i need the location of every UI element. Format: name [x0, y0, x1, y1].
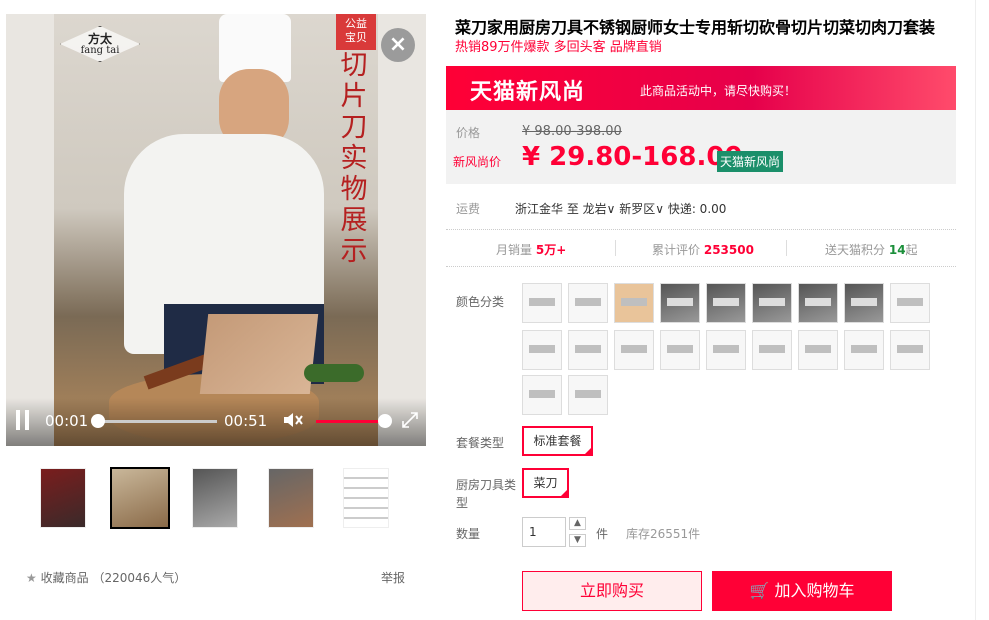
color-swatch-16[interactable] — [798, 330, 838, 370]
quantity-unit: 件 — [596, 527, 609, 541]
stat-separator — [615, 240, 616, 256]
volume-icon[interactable] — [282, 410, 304, 430]
shipping-info[interactable]: 浙江金华 至 龙岩∨ 新罗区∨ 快递: 0.00 — [515, 200, 726, 217]
color-swatch-19[interactable] — [522, 375, 562, 415]
page-edge — [975, 0, 976, 620]
cleaver-blade — [199, 314, 319, 394]
stock-count: 库存26551件 — [626, 527, 701, 541]
favorite-link[interactable]: ★ 收藏商品 （220046人气） — [26, 569, 186, 586]
stat-separator — [786, 240, 787, 256]
color-swatch-4[interactable] — [660, 283, 700, 323]
thumbnail-4[interactable] — [268, 468, 314, 528]
video-frame — [54, 14, 378, 446]
color-swatch-5[interactable] — [706, 283, 746, 323]
report-link[interactable]: 举报 — [381, 569, 405, 586]
divider — [446, 266, 956, 267]
package-type-label: 套餐类型 — [456, 436, 505, 450]
popularity-count: （220046人气） — [92, 571, 187, 585]
review-count-value: 253500 — [703, 243, 754, 257]
review-count-label: 累计评价 — [652, 243, 701, 257]
video-overlay-text: 切片刀实物展示 — [340, 50, 368, 267]
color-swatch-9[interactable] — [890, 283, 930, 323]
add-to-cart-button[interactable]: 🛒 加入购物车 — [712, 571, 892, 611]
current-time: 00:01 — [45, 412, 89, 430]
shipping-label: 运费 — [456, 202, 481, 216]
color-swatch-7[interactable] — [798, 283, 838, 323]
total-time: 00:51 — [224, 412, 268, 430]
promo-badge: 天猫新风尚 — [717, 151, 784, 172]
buy-now-button[interactable]: 立即购买 — [522, 571, 702, 611]
color-swatch-1[interactable] — [522, 283, 562, 323]
color-swatch-8[interactable] — [844, 283, 884, 323]
thumbnail-3[interactable] — [192, 468, 238, 528]
points-suffix: 起 — [905, 243, 918, 257]
color-swatch-15[interactable] — [752, 330, 792, 370]
original-price-label: 价格 — [456, 126, 481, 140]
promo-price: ¥ 29.80-168.00 — [522, 142, 743, 172]
original-price: ¥ 98.00-398.00 — [522, 124, 622, 139]
knife-type-label: 厨房刀具类型 — [456, 478, 517, 510]
product-subtitle: 热销89万件爆款 多回头客 品牌直销 — [455, 40, 662, 55]
color-swatch-3[interactable] — [614, 283, 654, 323]
volume-slider[interactable] — [316, 420, 386, 423]
cart-icon: 🛒 — [749, 581, 770, 600]
divider — [446, 229, 956, 230]
review-count[interactable]: 累计评价 253500 — [652, 241, 754, 258]
charity-badge: 公益 宝贝 — [336, 14, 376, 50]
promo-price-label: 新风尚价 — [453, 155, 502, 169]
monthly-sales: 月销量 5万+ — [496, 241, 566, 258]
promo-banner-title: 天猫新风尚 — [470, 80, 586, 105]
points-value: 14 — [888, 243, 906, 257]
video-progress-bar[interactable] — [97, 420, 217, 423]
color-swatch-12[interactable] — [614, 330, 654, 370]
color-swatch-18[interactable] — [890, 330, 930, 370]
quantity-increase-icon[interactable]: ▲ — [569, 517, 586, 530]
thumbnail-1[interactable] — [40, 468, 86, 528]
volume-handle[interactable] — [378, 414, 392, 428]
color-swatch-20[interactable] — [568, 375, 608, 415]
monthly-sales-value: 5万+ — [535, 243, 567, 257]
color-swatch-10[interactable] — [522, 330, 562, 370]
color-swatch-14[interactable] — [706, 330, 746, 370]
color-option-label: 颜色分类 — [456, 295, 505, 309]
star-icon: ★ — [26, 571, 37, 585]
color-swatch-17[interactable] — [844, 330, 884, 370]
thumbnail-5[interactable] — [343, 468, 389, 528]
thumbnail-2[interactable] — [110, 467, 170, 529]
quantity-decrease-icon[interactable]: ▼ — [569, 534, 586, 547]
progress-handle[interactable] — [91, 414, 105, 428]
tmall-points: 送天猫积分 14起 — [825, 241, 918, 258]
points-label: 送天猫积分 — [825, 243, 886, 257]
knife-type-option-cleaver[interactable]: 菜刀 — [522, 468, 569, 498]
product-title: 菜刀家用厨房刀具不锈钢厨师女士专用斩切砍骨切片切菜切肉刀套装 — [455, 18, 936, 37]
pause-icon[interactable] — [16, 410, 30, 430]
favorite-label: 收藏商品 — [40, 571, 89, 585]
fullscreen-icon[interactable] — [400, 410, 420, 430]
color-swatch-6[interactable] — [752, 283, 792, 323]
color-swatch-2[interactable] — [568, 283, 608, 323]
color-swatch-11[interactable] — [568, 330, 608, 370]
brand-logo-en: fang tai — [80, 45, 120, 56]
monthly-sales-label: 月销量 — [496, 243, 533, 257]
promo-banner-text: 此商品活动中，请尽快购买！ — [640, 84, 797, 98]
add-to-cart-label: 加入购物车 — [774, 581, 855, 600]
cucumber — [304, 364, 364, 382]
package-option-standard[interactable]: 标准套餐 — [522, 426, 593, 456]
color-swatch-13[interactable] — [660, 330, 700, 370]
quantity-label: 数量 — [456, 527, 481, 541]
close-icon[interactable]: × — [381, 28, 415, 62]
quantity-input[interactable]: 1 — [522, 517, 566, 547]
